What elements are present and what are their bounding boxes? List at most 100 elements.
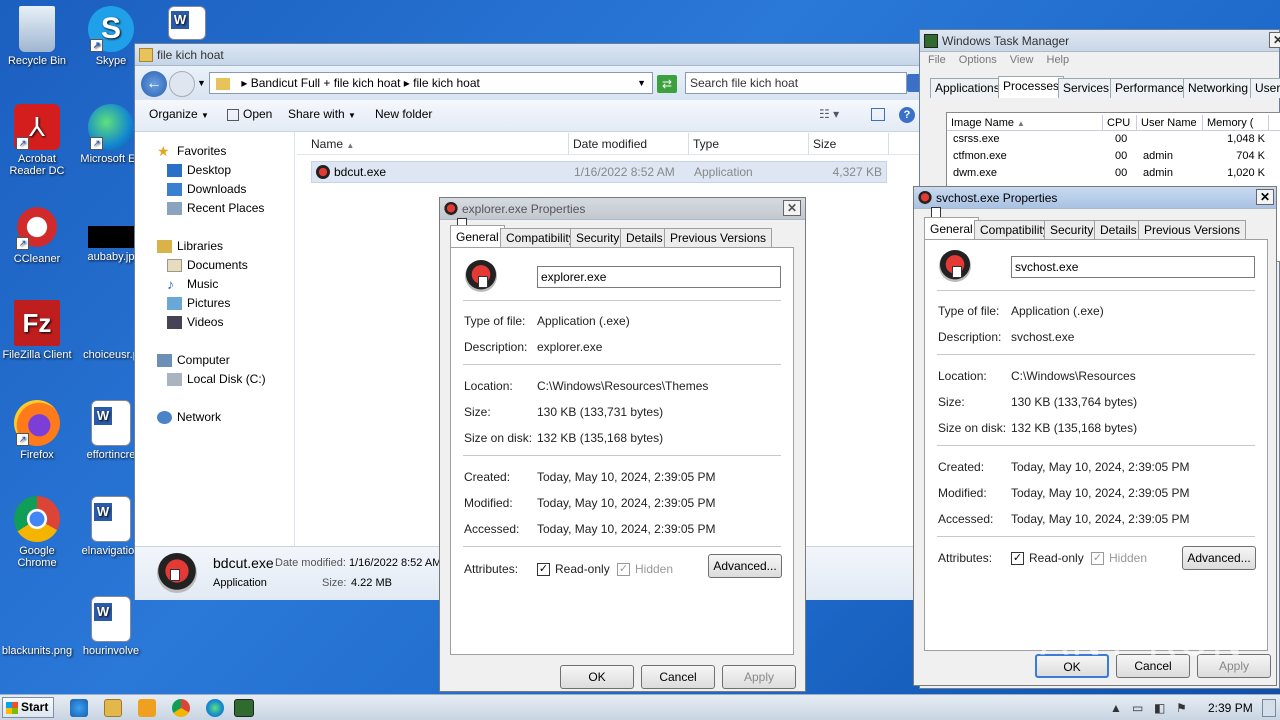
tab-security[interactable]: Security — [1044, 220, 1100, 239]
tab-users[interactable]: Users — [1250, 78, 1280, 98]
nav-computer[interactable]: Computer — [157, 351, 230, 370]
filename-input[interactable]: explorer.exe — [537, 266, 781, 288]
table-row[interactable]: ctfmon.exe 00 admin 704 K — [947, 150, 1280, 167]
tab-services[interactable]: Services — [1058, 78, 1115, 98]
tab-general[interactable]: General — [450, 225, 505, 247]
table-row[interactable]: dwm.exe 00 admin 1,020 K — [947, 167, 1280, 184]
desktop-icon-recycle-bin[interactable]: Recycle Bin — [0, 6, 74, 67]
start-button[interactable]: Start — [2, 697, 54, 718]
ie-icon[interactable] — [70, 699, 88, 717]
refresh-icon[interactable]: ⇄ — [657, 75, 677, 93]
explorer-titlebar[interactable]: file kich hoat — [135, 44, 919, 66]
share-with-button[interactable]: Share with ▼ — [288, 100, 356, 130]
tab-previous-versions[interactable]: Previous Versions — [1138, 220, 1247, 239]
column-user-name[interactable]: User Name — [1137, 115, 1203, 131]
open-button[interactable]: Open — [227, 100, 272, 128]
tab-details[interactable]: Details — [620, 228, 669, 247]
explorer-properties-titlebar[interactable]: explorer.exe Properties ✕ — [440, 198, 805, 230]
column-name[interactable]: Name ▲ — [307, 133, 569, 155]
nav-favorites[interactable]: ★ Favorites — [157, 142, 226, 161]
desktop-icon-acrobat[interactable]: ⅄ ↗ Acrobat Reader DC — [0, 104, 74, 177]
tab-performance[interactable]: Performance — [1110, 78, 1189, 98]
readonly-checkbox[interactable]: ✓ — [1011, 552, 1024, 565]
edge-taskbar-icon[interactable] — [206, 699, 224, 717]
desktop-icon-hourinvolve[interactable]: W hourinvolve — [74, 596, 148, 657]
nav-videos[interactable]: Videos — [167, 313, 223, 332]
explorer-taskbar-icon[interactable] — [104, 699, 122, 717]
tab-applications[interactable]: Applications — [930, 78, 1005, 98]
tab-details[interactable]: Details — [1094, 220, 1143, 239]
column-cpu[interactable]: CPU — [1103, 115, 1137, 131]
tab-processes[interactable]: Processes — [998, 76, 1065, 98]
nav-documents[interactable]: Documents — [167, 256, 248, 275]
recent-pages-chevron-icon[interactable]: ▼ — [197, 78, 206, 88]
new-folder-button[interactable]: New folder — [375, 100, 432, 128]
filename-input[interactable]: svchost.exe — [1011, 256, 1255, 278]
tab-compatibility[interactable]: Compatibility — [974, 220, 1055, 239]
tab-general[interactable]: General — [924, 217, 979, 239]
advanced-button[interactable]: Advanced... — [1182, 546, 1256, 570]
nav-music[interactable]: ♪ Music — [167, 275, 218, 294]
nav-libraries[interactable]: Libraries — [157, 237, 223, 256]
table-row[interactable]: csrss.exe 00 1,048 K — [947, 133, 1280, 150]
readonly-checkbox[interactable]: ✓ — [537, 563, 550, 576]
clock[interactable]: 2:39 PM — [1208, 701, 1253, 715]
svchost-properties-titlebar[interactable]: svchost.exe Properties ✕ — [914, 187, 1276, 219]
close-icon[interactable]: ✕ — [1256, 189, 1274, 205]
help-icon[interactable]: ? — [899, 107, 915, 123]
desktop-icon-firefox[interactable]: ↗ Firefox — [0, 400, 74, 461]
desktop-icon-word-doc[interactable]: W — [150, 6, 224, 43]
nav-desktop[interactable]: Desktop — [167, 161, 231, 180]
organize-button[interactable]: Organize ▼ — [149, 100, 209, 130]
show-desktop-button[interactable] — [1262, 699, 1276, 717]
chrome-taskbar-icon[interactable] — [172, 699, 190, 717]
address-dropdown-icon[interactable]: ▼ — [637, 73, 646, 93]
tab-networking[interactable]: Networking — [1183, 78, 1254, 98]
nav-downloads[interactable]: Downloads — [167, 180, 246, 199]
volume-tray-icon[interactable]: ◧ — [1154, 701, 1165, 715]
tab-previous-versions[interactable]: Previous Versions — [664, 228, 773, 247]
file-row[interactable]: bdcut.exe 1/16/2022 8:52 AM Application … — [311, 161, 887, 183]
tray-chevron-icon[interactable]: ▲ — [1110, 701, 1122, 715]
column-image-name[interactable]: Image Name ▲ — [947, 115, 1103, 131]
column-type[interactable]: Type — [689, 133, 809, 155]
column-size[interactable]: Size — [809, 133, 889, 155]
ok-button[interactable]: OK — [560, 665, 634, 689]
nav-local-disk[interactable]: Local Disk (C:) — [167, 370, 266, 389]
close-icon[interactable]: ✕ — [1269, 32, 1280, 48]
nav-network[interactable]: Network — [157, 408, 221, 427]
nav-recent-places[interactable]: Recent Places — [167, 199, 264, 218]
apply-button[interactable]: Apply — [722, 665, 796, 689]
search-input[interactable]: Search file kich hoat — [685, 72, 907, 94]
network-tray-icon[interactable]: ▭ — [1132, 701, 1143, 715]
preview-pane-icon[interactable] — [871, 108, 885, 121]
cancel-button[interactable]: Cancel — [641, 665, 715, 689]
media-player-icon[interactable] — [138, 699, 156, 717]
desktop-icon-ccleaner[interactable]: ↗ CCleaner — [0, 204, 74, 265]
hidden-checkbox[interactable]: ✓ — [1091, 552, 1104, 565]
desktop-icon-filezilla[interactable]: Fz FileZilla Client — [0, 300, 74, 361]
task-manager-titlebar[interactable]: Windows Task Manager ✕ — [920, 30, 1280, 52]
close-icon[interactable]: ✕ — [783, 200, 801, 216]
breadcrumb-item[interactable]: file kich hoat — [413, 76, 480, 90]
task-manager-taskbar-icon[interactable] — [234, 699, 254, 717]
tab-compatibility[interactable]: Compatibility — [500, 228, 581, 247]
menu-view[interactable]: View — [1010, 54, 1034, 66]
menu-options[interactable]: Options — [959, 54, 997, 66]
menu-help[interactable]: Help — [1047, 54, 1070, 66]
breadcrumb-item[interactable]: Bandicut Full + file kich hoat — [251, 76, 401, 90]
hidden-checkbox[interactable]: ✓ — [617, 563, 630, 576]
back-button[interactable]: ← — [141, 71, 167, 97]
column-memory[interactable]: Memory ( — [1203, 115, 1269, 131]
desktop-icon-blackunits[interactable]: blackunits.png — [0, 596, 74, 657]
tab-security[interactable]: Security — [570, 228, 626, 247]
view-options-icon[interactable]: ☷ ▾ — [819, 100, 839, 128]
menu-file[interactable]: File — [928, 54, 946, 66]
nav-pictures[interactable]: Pictures — [167, 294, 230, 313]
forward-button[interactable] — [169, 71, 195, 97]
advanced-button[interactable]: Advanced... — [708, 554, 782, 578]
column-date-modified[interactable]: Date modified — [569, 133, 689, 155]
address-bar[interactable]: ▸ Bandicut Full + file kich hoat ▸ file … — [209, 72, 653, 94]
desktop-icon-chrome[interactable]: Google Chrome — [0, 496, 74, 569]
flag-tray-icon[interactable]: ⚑ — [1176, 701, 1187, 715]
